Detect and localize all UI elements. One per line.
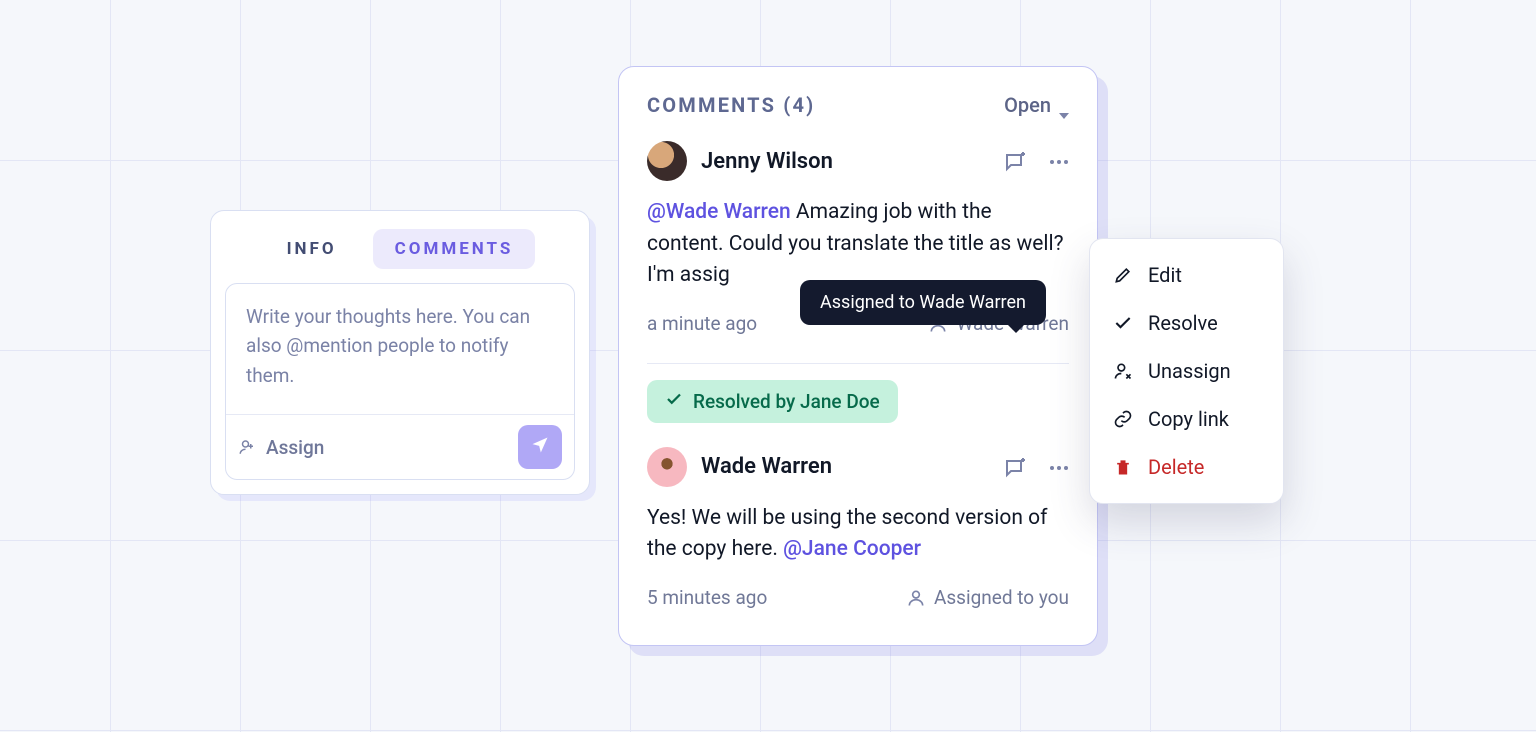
resolved-badge: Resolved by Jane Doe (647, 380, 898, 423)
menu-item-resolve[interactable]: Resolve (1090, 299, 1283, 347)
check-icon (665, 390, 683, 413)
comment-time: a minute ago (647, 312, 757, 335)
reply-icon[interactable] (1003, 150, 1025, 172)
user-x-icon (1112, 360, 1134, 382)
menu-item-unassign[interactable]: Unassign (1090, 347, 1283, 395)
filter-status-dropdown[interactable]: Open (1004, 93, 1069, 117)
assignee-name: Assigned to you (934, 586, 1069, 609)
reply-icon[interactable] (1003, 456, 1025, 478)
comment-author: Wade Warren (701, 454, 989, 479)
comment-body: Yes! We will be using the second version… (647, 503, 1069, 566)
resolved-text: Resolved by Jane Doe (693, 390, 880, 413)
pencil-icon (1112, 264, 1134, 286)
comment-item: Wade Warren Yes! We will be using the se… (619, 437, 1097, 623)
user-icon (906, 588, 924, 606)
more-icon[interactable] (1047, 150, 1069, 172)
tab-info[interactable]: INFO (265, 229, 359, 269)
divider (647, 363, 1069, 364)
menu-item-copy-link[interactable]: Copy link (1090, 395, 1283, 443)
comments-panel: COMMENTS (4) Open Jenny Wilson @Wade War… (618, 66, 1098, 646)
compose-tabs: INFO COMMENTS (211, 211, 589, 283)
assign-button[interactable]: Assign (238, 436, 324, 459)
comment-time: 5 minutes ago (647, 586, 767, 609)
mention[interactable]: @Jane Cooper (783, 537, 921, 561)
mention[interactable]: @Wade Warren (647, 200, 791, 224)
avatar (647, 447, 687, 487)
comment-author: Jenny Wilson (701, 149, 989, 174)
compose-panel: INFO COMMENTS Write your thoughts here. … (210, 210, 590, 495)
compose-box: Write your thoughts here. You can also @… (225, 283, 575, 480)
tab-comments[interactable]: COMMENTS (373, 229, 536, 269)
assignee-chip[interactable]: Assigned to you (906, 586, 1069, 609)
menu-item-delete[interactable]: Delete (1090, 443, 1283, 491)
tooltip: Assigned to Wade Warren (800, 280, 1046, 325)
comment-input[interactable]: Write your thoughts here. You can also @… (226, 284, 574, 414)
comments-title: COMMENTS (4) (647, 93, 815, 117)
filter-label: Open (1004, 93, 1051, 117)
assign-label: Assign (266, 436, 324, 459)
user-plus-icon (238, 438, 256, 456)
menu-item-edit[interactable]: Edit (1090, 251, 1283, 299)
trash-icon (1112, 456, 1134, 478)
context-menu: Edit Resolve Unassign Copy link Delete (1089, 238, 1284, 504)
comment-body: @Wade Warren Amazing job with the conten… (647, 197, 1069, 292)
compose-toolbar: Assign (226, 414, 574, 479)
link-icon (1112, 408, 1134, 430)
comments-header: COMMENTS (4) Open (619, 67, 1097, 131)
send-icon (530, 435, 550, 459)
avatar (647, 141, 687, 181)
check-icon (1112, 312, 1134, 334)
send-button[interactable] (518, 425, 562, 469)
more-icon[interactable] (1047, 456, 1069, 478)
caret-down-icon (1059, 100, 1069, 110)
